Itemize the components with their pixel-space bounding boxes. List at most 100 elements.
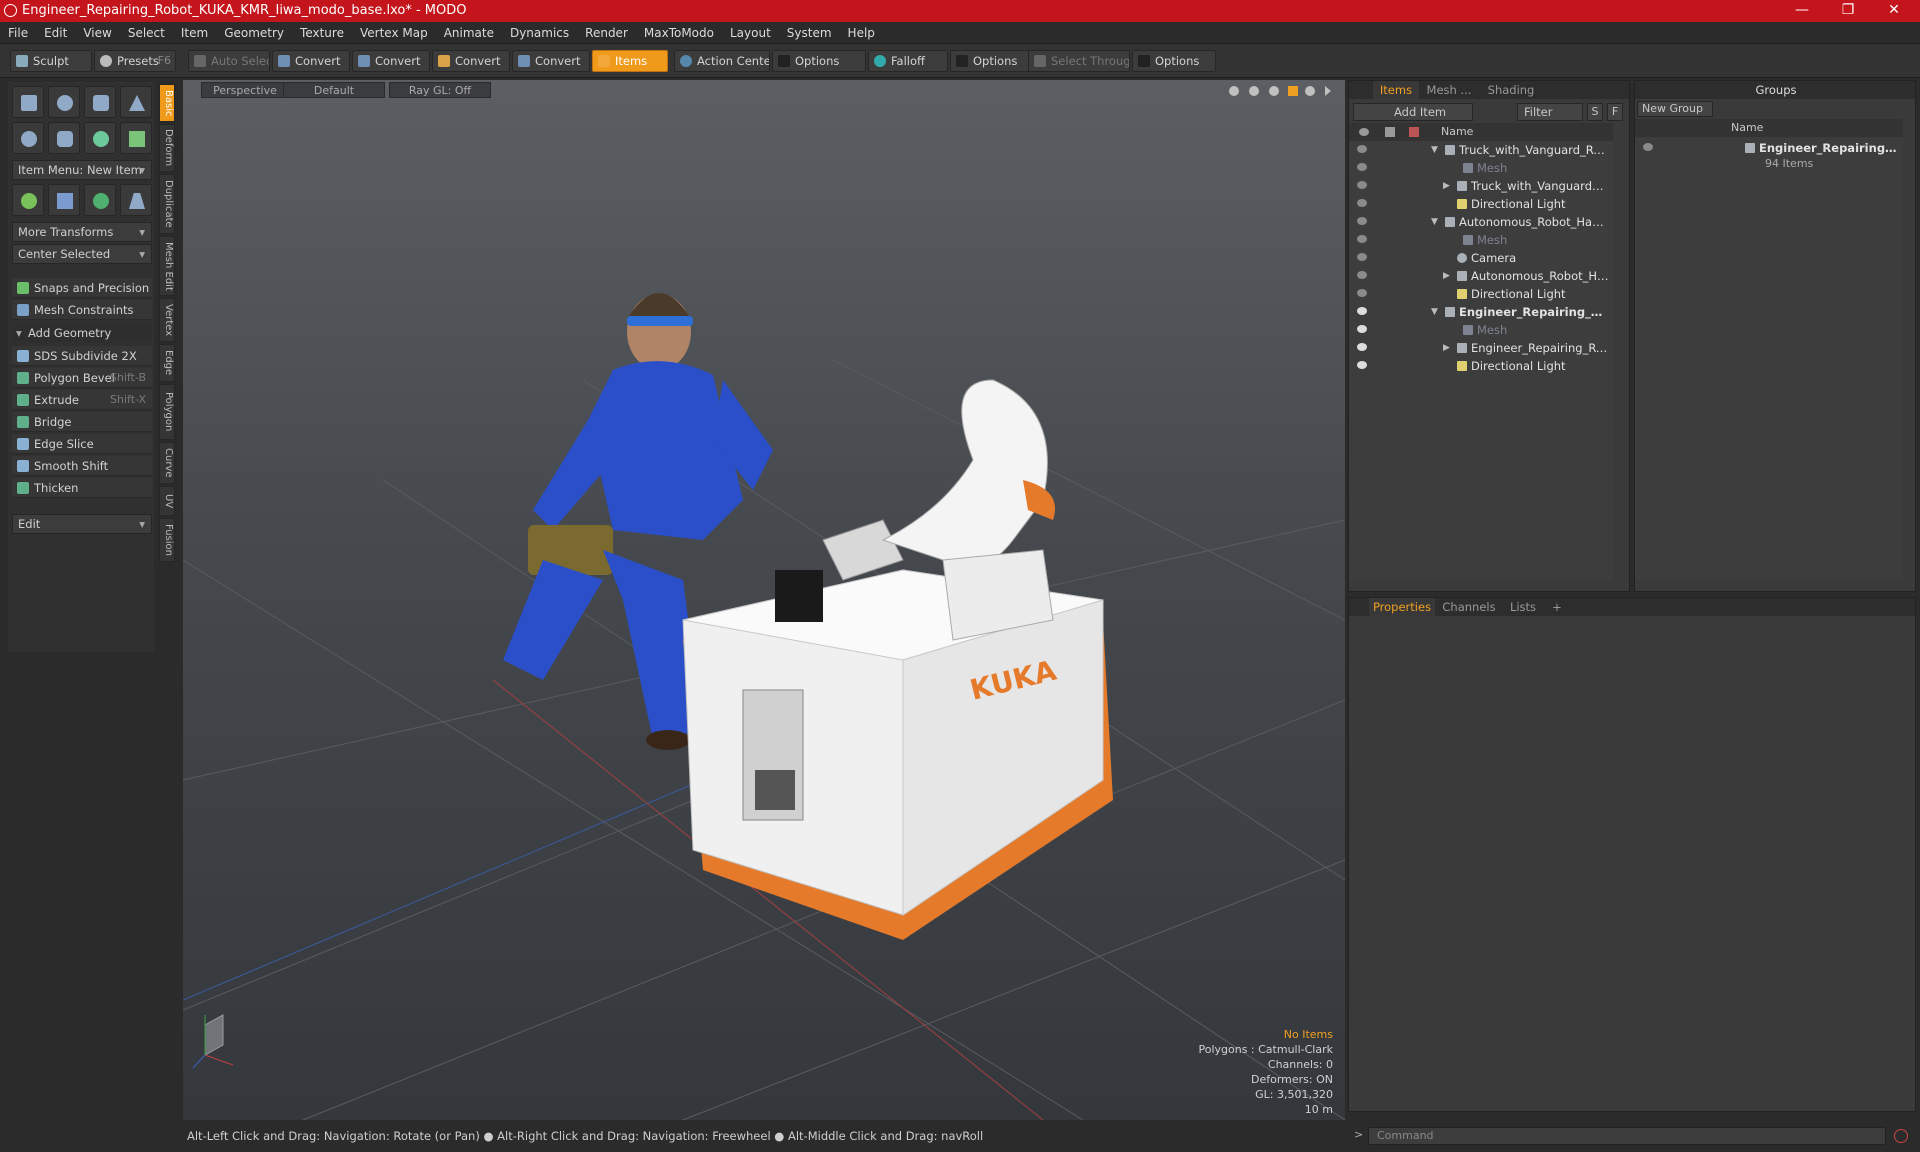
bridge-button[interactable]: Bridge bbox=[12, 412, 152, 432]
snaps-precision-button[interactable]: Snaps and Precision bbox=[12, 278, 152, 298]
tab-basic[interactable]: Basic bbox=[159, 84, 175, 122]
presets-button[interactable]: Presets F6 bbox=[94, 50, 176, 72]
tab-mesh[interactable]: Mesh ... bbox=[1421, 81, 1477, 99]
record-icon[interactable] bbox=[1894, 1129, 1908, 1143]
minimize-button[interactable]: — bbox=[1782, 0, 1822, 22]
menu-system[interactable]: System bbox=[779, 22, 840, 44]
tube-tool-button[interactable] bbox=[48, 122, 80, 154]
maximize-button[interactable]: ❐ bbox=[1828, 0, 1868, 22]
sds-subdivide-button[interactable]: SDS Subdivide 2X bbox=[12, 346, 152, 366]
list-item[interactable]: Directional Light bbox=[1349, 195, 1613, 213]
menu-help[interactable]: Help bbox=[840, 22, 883, 44]
tab-deform[interactable]: Deform bbox=[159, 124, 175, 172]
menu-select[interactable]: Select bbox=[120, 22, 173, 44]
action-center-options-button[interactable]: Options bbox=[772, 50, 866, 72]
cube-tool-button[interactable] bbox=[12, 86, 44, 118]
tab-lists[interactable]: Lists bbox=[1501, 598, 1545, 616]
list-item[interactable]: Mesh bbox=[1349, 159, 1613, 177]
list-item[interactable]: ▶ Autonomous_Robot_Han... bbox=[1349, 267, 1613, 285]
cylinder-tool-button[interactable] bbox=[84, 86, 116, 118]
convert-edges-button[interactable]: Convert bbox=[352, 50, 430, 72]
menu-render[interactable]: Render bbox=[577, 22, 636, 44]
tab-duplicate[interactable]: Duplicate bbox=[159, 174, 175, 234]
item-menu-dropdown[interactable]: Item Menu: New Item bbox=[12, 160, 152, 180]
add-item-button[interactable]: Add Item bbox=[1353, 103, 1473, 121]
menu-dynamics[interactable]: Dynamics bbox=[502, 22, 577, 44]
list-item[interactable]: ▼ Engineer_Repairing_Ro... bbox=[1349, 303, 1613, 321]
center-selected-dropdown[interactable]: Center Selected bbox=[12, 244, 152, 264]
list-item[interactable]: Directional Light bbox=[1349, 357, 1613, 375]
eye-icon[interactable] bbox=[1643, 143, 1653, 151]
sculpt-button[interactable]: Sculpt bbox=[10, 50, 92, 72]
expand-arrow-icon[interactable]: ▶ bbox=[1443, 267, 1450, 285]
grid-tool-button[interactable] bbox=[48, 184, 80, 216]
convert-polygons-button[interactable]: Convert bbox=[432, 50, 510, 72]
menu-file[interactable]: File bbox=[0, 22, 36, 44]
tab-curve[interactable]: Curve bbox=[159, 442, 175, 484]
list-item[interactable]: ▶ Truck_with_Vanguard_Re... bbox=[1349, 177, 1613, 195]
list-item[interactable]: ▶ Engineer_Repairing_Rob ... bbox=[1349, 339, 1613, 357]
eye-icon[interactable] bbox=[1357, 145, 1367, 153]
globe-tool-button[interactable] bbox=[84, 184, 116, 216]
tab-items[interactable]: Items bbox=[1373, 81, 1419, 99]
viewport-nav-icons[interactable] bbox=[1229, 86, 1331, 96]
menu-animate[interactable]: Animate bbox=[436, 22, 502, 44]
list-item[interactable]: ▼ Truck_with_Vanguard_Reef... bbox=[1349, 141, 1613, 159]
action-center-button[interactable]: Action Center bbox=[674, 50, 770, 72]
more-transforms-dropdown[interactable]: More Transforms bbox=[12, 222, 152, 242]
collapse-arrow-icon[interactable]: ▼ bbox=[1431, 213, 1438, 231]
add-geometry-section[interactable]: Add Geometry bbox=[12, 324, 152, 342]
polygon-bevel-button[interactable]: Polygon Bevel Shift-B bbox=[12, 368, 152, 388]
mesh-constraints-button[interactable]: Mesh Constraints bbox=[12, 300, 152, 320]
select-through-button[interactable]: Select Through bbox=[1028, 50, 1130, 72]
tab-shading[interactable]: Shading bbox=[1481, 81, 1541, 99]
tab-channels[interactable]: Channels bbox=[1439, 598, 1499, 616]
extrude-button[interactable]: Extrude Shift-X bbox=[12, 390, 152, 410]
pen-tool-button[interactable] bbox=[84, 122, 116, 154]
falloff-options-button[interactable]: Options bbox=[950, 50, 1030, 72]
tab-vertex[interactable]: Vertex bbox=[159, 298, 175, 342]
torus-tool-button[interactable] bbox=[12, 122, 44, 154]
command-input[interactable]: Command bbox=[1368, 1127, 1886, 1145]
eye-icon[interactable] bbox=[1357, 289, 1367, 297]
filter-items-button[interactable]: Filter Items bbox=[1517, 103, 1583, 135]
eye-icon[interactable] bbox=[1357, 325, 1367, 333]
text-tool-button[interactable] bbox=[120, 122, 152, 154]
tab-fusion[interactable]: Fusion bbox=[159, 518, 175, 562]
edit-dropdown[interactable]: Edit bbox=[12, 514, 152, 534]
name-column-header[interactable]: Name bbox=[1441, 123, 1473, 141]
tab-properties[interactable]: Properties bbox=[1369, 598, 1435, 616]
items-mode-button[interactable]: Items bbox=[592, 50, 668, 72]
list-item[interactable]: Mesh bbox=[1349, 321, 1613, 339]
list-item[interactable]: Mesh bbox=[1349, 231, 1613, 249]
transform-tool-button[interactable] bbox=[12, 184, 44, 216]
eye-icon[interactable] bbox=[1357, 271, 1367, 279]
eye-icon[interactable] bbox=[1357, 163, 1367, 171]
thicken-button[interactable]: Thicken bbox=[12, 478, 152, 498]
collapse-arrow-icon[interactable]: ▼ bbox=[1431, 141, 1438, 159]
menu-maxtomodo[interactable]: MaxToModo bbox=[636, 22, 722, 44]
3d-viewport[interactable]: Perspective Default Ray GL: Off KUKA No … bbox=[183, 80, 1345, 1120]
sphere-tool-button[interactable] bbox=[48, 86, 80, 118]
list-item[interactable]: ▼ Autonomous_Robot_Hand_... bbox=[1349, 213, 1613, 231]
menu-layout[interactable]: Layout bbox=[722, 22, 779, 44]
tab-polygon[interactable]: Polygon bbox=[159, 384, 175, 440]
tab-edge[interactable]: Edge bbox=[159, 344, 175, 382]
convert-vertices-button[interactable]: Convert bbox=[272, 50, 350, 72]
expand-arrow-icon[interactable]: ▶ bbox=[1443, 339, 1450, 357]
collapse-arrow-icon[interactable]: ▼ bbox=[1431, 303, 1438, 321]
eye-icon[interactable] bbox=[1357, 181, 1367, 189]
menu-geometry[interactable]: Geometry bbox=[216, 22, 292, 44]
list-item[interactable]: Camera bbox=[1349, 249, 1613, 267]
select-filter-button[interactable]: S bbox=[1587, 103, 1603, 121]
groups-name-column[interactable]: Name bbox=[1731, 119, 1763, 137]
expand-arrow-icon[interactable]: ▶ bbox=[1443, 177, 1450, 195]
edge-slice-button[interactable]: Edge Slice bbox=[12, 434, 152, 454]
auto-select-button[interactable]: Auto Select bbox=[188, 50, 270, 72]
falloff-button[interactable]: Falloff bbox=[868, 50, 948, 72]
eye-icon[interactable] bbox=[1357, 199, 1367, 207]
eye-icon[interactable] bbox=[1357, 343, 1367, 351]
select-through-options-button[interactable]: Options bbox=[1132, 50, 1216, 72]
eye-icon[interactable] bbox=[1357, 361, 1367, 369]
tab-mesh-edit[interactable]: Mesh Edit bbox=[159, 236, 175, 296]
